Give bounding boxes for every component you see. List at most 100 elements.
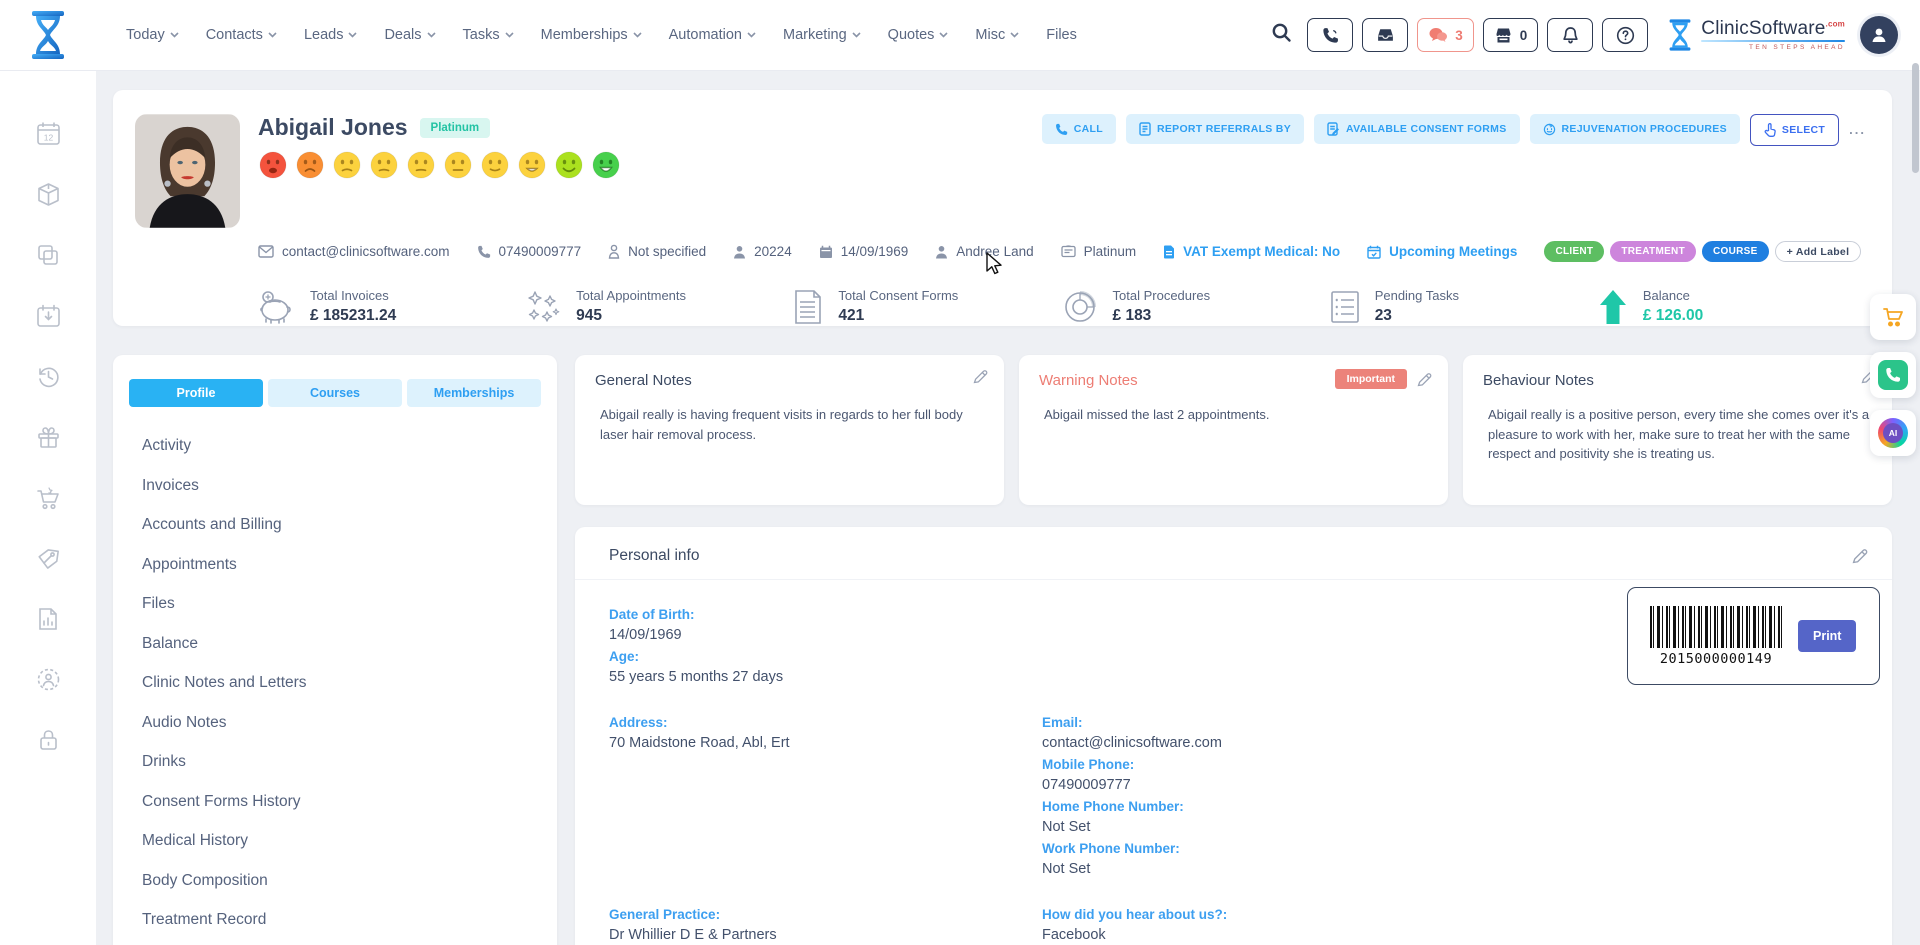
inbox-button[interactable]: [1362, 18, 1408, 52]
quick-cart-button[interactable]: [1870, 294, 1916, 340]
edit-pencil-icon[interactable]: [1417, 372, 1432, 387]
chat-button[interactable]: 3: [1417, 18, 1474, 52]
brand-tagline: TEN STEPS AHEAD: [1701, 45, 1845, 52]
person-icon: [935, 245, 948, 259]
menu-files[interactable]: Files: [142, 595, 541, 613]
ai-icon: AI: [1878, 418, 1908, 448]
menu-invoices[interactable]: Invoices: [142, 477, 541, 495]
patient-photo: [135, 114, 240, 228]
nav-tasks[interactable]: Tasks: [463, 27, 514, 43]
mood-face-7[interactable]: [480, 150, 510, 180]
user-clock-icon[interactable]: [35, 666, 62, 698]
menu-balance[interactable]: Balance: [142, 635, 541, 653]
history-icon[interactable]: [35, 363, 62, 395]
menu-medical-history[interactable]: Medical History: [142, 832, 541, 850]
patient-name: Abigail Jones: [258, 114, 408, 141]
label-treatment: TREATMENT: [1610, 241, 1696, 262]
discount-tag-icon[interactable]: [35, 546, 61, 577]
patient-email[interactable]: contact@clinicsoftware.com: [258, 244, 450, 259]
call-button[interactable]: CALL: [1042, 114, 1116, 144]
hand-pointer-icon: [1764, 123, 1776, 137]
dialer-button[interactable]: [1307, 18, 1353, 52]
user-avatar[interactable]: [1860, 16, 1898, 54]
nav-quotes[interactable]: Quotes: [888, 27, 949, 43]
nav-misc[interactable]: Misc: [975, 27, 1019, 43]
stat-total-procedures: Total Procedures£ 183: [1062, 288, 1330, 325]
nav-automation[interactable]: Automation: [669, 27, 756, 43]
lock-icon[interactable]: [36, 727, 61, 758]
mobile-value: 07490009777: [1042, 775, 1858, 796]
mood-face-6[interactable]: [443, 150, 473, 180]
gift-icon[interactable]: [35, 424, 62, 456]
consent-forms-button[interactable]: AVAILABLE CONSENT FORMS: [1314, 114, 1520, 144]
menu-audio-notes[interactable]: Audio Notes: [142, 714, 541, 732]
add-label-button[interactable]: + Add Label: [1775, 241, 1862, 262]
menu-clinic-notes[interactable]: Clinic Notes and Letters: [142, 674, 541, 692]
menu-treatment-record[interactable]: Treatment Record: [142, 911, 541, 929]
ai-assistant-button[interactable]: AI: [1870, 410, 1916, 456]
store-button[interactable]: 0: [1483, 18, 1539, 52]
mood-face-8[interactable]: [517, 150, 547, 180]
report-referrals-button[interactable]: REPORT REFERRALS BY: [1126, 114, 1304, 144]
calendar-icon[interactable]: 12: [35, 120, 62, 152]
cart-icon[interactable]: [35, 485, 62, 517]
sparkles-icon: [525, 290, 561, 324]
hourglass-logo-icon[interactable]: [0, 11, 96, 59]
menu-drinks[interactable]: Drinks: [142, 753, 541, 771]
edit-pencil-icon[interactable]: [1852, 548, 1868, 564]
person-icon: [1869, 25, 1889, 45]
patient-actions: CALL REPORT REFERRALS BY AVAILABLE CONSE…: [1042, 114, 1866, 228]
nav-files[interactable]: Files: [1046, 27, 1077, 43]
mood-face-1[interactable]: [258, 150, 288, 180]
package-icon[interactable]: [35, 181, 62, 213]
notifications-button[interactable]: [1547, 18, 1593, 52]
menu-appointments[interactable]: Appointments: [142, 556, 541, 574]
mood-face-3[interactable]: [332, 150, 362, 180]
question-icon: [1616, 26, 1635, 45]
copy-pages-icon[interactable]: [35, 242, 61, 273]
print-button[interactable]: Print: [1798, 620, 1856, 652]
tier-badge: Platinum: [420, 118, 491, 138]
patient-phone[interactable]: 07490009777: [477, 244, 582, 259]
select-button[interactable]: SELECT: [1750, 114, 1839, 146]
mood-face-9[interactable]: [554, 150, 584, 180]
nav-leads[interactable]: Leads: [304, 27, 358, 43]
nav-memberships[interactable]: Memberships: [541, 27, 642, 43]
calendar-import-icon[interactable]: [35, 302, 62, 334]
page-scrollbar-thumb[interactable]: [1912, 63, 1919, 173]
vat-exempt-link[interactable]: VAT Exempt Medical: No: [1163, 244, 1340, 259]
rejuvenation-button[interactable]: REJUVENATION PROCEDURES: [1530, 114, 1740, 144]
tab-profile[interactable]: Profile: [129, 379, 263, 407]
mood-face-4[interactable]: [369, 150, 399, 180]
edit-pencil-icon[interactable]: [973, 369, 988, 384]
quick-call-button[interactable]: [1870, 352, 1916, 398]
patient-barcode-box: 2015000000149 Print: [1627, 587, 1880, 685]
chevron-down-icon: [348, 32, 357, 38]
menu-consent-forms-history[interactable]: Consent Forms History: [142, 793, 541, 811]
phone-icon: [477, 245, 491, 259]
clinicsoftware-logo[interactable]: ClinicSoftware.com TEN STEPS AHEAD: [1667, 19, 1845, 52]
nav-contacts[interactable]: Contacts: [206, 27, 277, 43]
stats-row: Total Invoices£ 185231.24 Total Appointm…: [135, 288, 1866, 325]
mood-face-10[interactable]: [591, 150, 621, 180]
help-button[interactable]: [1602, 18, 1648, 52]
nav-deals[interactable]: Deals: [384, 27, 435, 43]
report-chart-icon[interactable]: [35, 606, 61, 637]
tab-courses[interactable]: Courses: [268, 379, 402, 407]
mood-face-5[interactable]: [406, 150, 436, 180]
phone-icon: [1055, 123, 1068, 136]
side-menu: Activity Invoices Accounts and Billing A…: [129, 437, 541, 945]
menu-activity[interactable]: Activity: [142, 437, 541, 455]
mood-face-2[interactable]: [295, 150, 325, 180]
nav-today[interactable]: Today: [126, 27, 179, 43]
search-icon[interactable]: [1271, 22, 1292, 48]
upcoming-meetings-link[interactable]: Upcoming Meetings: [1367, 244, 1517, 259]
menu-body-composition[interactable]: Body Composition: [142, 872, 541, 890]
tab-memberships[interactable]: Memberships: [407, 379, 541, 407]
hear-about-label: How did you hear about us?:: [1042, 904, 1858, 925]
menu-accounts-billing[interactable]: Accounts and Billing: [142, 516, 541, 534]
more-options-button[interactable]: ...: [1849, 122, 1866, 137]
nav-marketing[interactable]: Marketing: [783, 27, 861, 43]
barcode: [1650, 606, 1782, 648]
personal-info-title: Personal info: [609, 547, 699, 565]
